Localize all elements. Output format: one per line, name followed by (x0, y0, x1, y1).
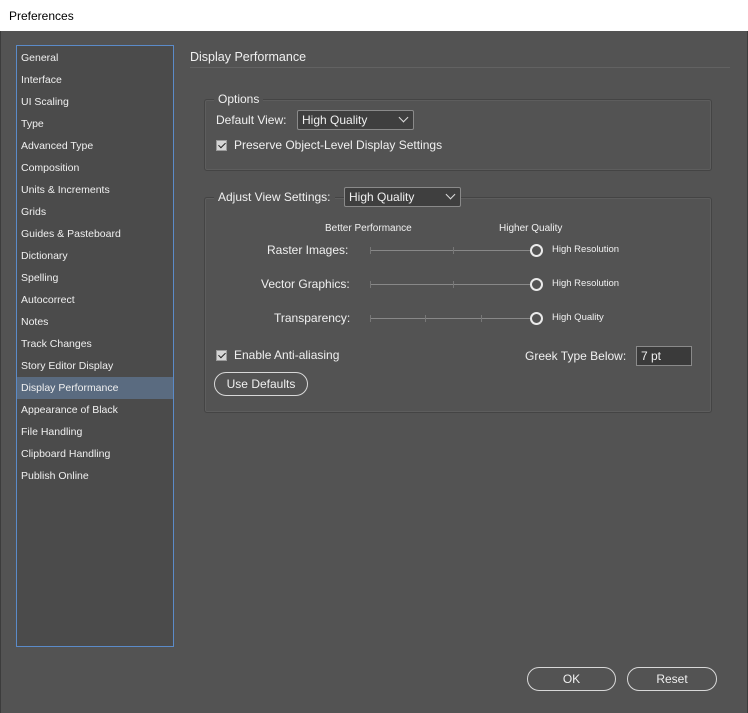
checkmark-icon (218, 140, 226, 149)
chevron-down-icon (398, 112, 409, 123)
sidebar-item-story-editor-display[interactable]: Story Editor Display (17, 355, 173, 377)
adjust-view-dropdown[interactable]: High Quality (344, 187, 461, 207)
title-divider (190, 67, 730, 68)
slider-tick (481, 315, 482, 322)
page-title: Display Performance (190, 50, 307, 64)
sidebar-list[interactable]: General Interface UI Scaling Type Advanc… (16, 45, 174, 647)
vector-graphics-slider-thumb[interactable] (530, 278, 543, 291)
sidebar-item-ui-scaling[interactable]: UI Scaling (17, 91, 173, 113)
default-view-value: High Quality (302, 113, 368, 127)
window-left-edge (0, 31, 1, 713)
preserve-settings-checkbox[interactable] (216, 140, 227, 151)
slider-tick (370, 247, 371, 254)
greek-type-label: Greek Type Below: (525, 349, 627, 363)
sidebar-item-interface[interactable]: Interface (17, 69, 173, 91)
sidebar-item-display-performance[interactable]: Display Performance (17, 377, 173, 399)
transparency-value: High Quality (552, 312, 604, 323)
use-defaults-button[interactable]: Use Defaults (214, 372, 308, 396)
greek-type-input[interactable]: 7 pt (636, 346, 692, 366)
sidebar-item-spelling[interactable]: Spelling (17, 267, 173, 289)
sidebar-item-notes[interactable]: Notes (17, 311, 173, 333)
sidebar-item-general[interactable]: General (17, 47, 173, 69)
checkmark-icon (218, 350, 226, 359)
slider-tick (453, 281, 454, 288)
anti-aliasing-label: Enable Anti-aliasing (234, 348, 340, 362)
higher-quality-label: Higher Quality (499, 223, 563, 234)
raster-images-label: Raster Images: (267, 243, 349, 257)
adjust-view-value: High Quality (349, 190, 415, 204)
sidebar-item-publish-online[interactable]: Publish Online (17, 465, 173, 487)
sidebar-item-autocorrect[interactable]: Autocorrect (17, 289, 173, 311)
transparency-label: Transparency: (274, 311, 351, 325)
sidebar-item-dictionary[interactable]: Dictionary (17, 245, 173, 267)
better-performance-label: Better Performance (325, 223, 412, 234)
vector-graphics-label: Vector Graphics: (261, 277, 350, 291)
ok-button[interactable]: OK (527, 667, 616, 691)
sidebar-item-appearance-of-black[interactable]: Appearance of Black (17, 399, 173, 421)
chevron-down-icon (445, 189, 456, 200)
sidebar-item-guides-pasteboard[interactable]: Guides & Pasteboard (17, 223, 173, 245)
sidebar-item-file-handling[interactable]: File Handling (17, 421, 173, 443)
sidebar-item-advanced-type[interactable]: Advanced Type (17, 135, 173, 157)
transparency-slider-thumb[interactable] (530, 312, 543, 325)
default-view-dropdown[interactable]: High Quality (297, 110, 414, 130)
sidebar-item-type[interactable]: Type (17, 113, 173, 135)
options-legend: Options (214, 92, 264, 106)
transparency-slider-track[interactable] (370, 318, 536, 319)
slider-tick (453, 247, 454, 254)
reset-button[interactable]: Reset (627, 667, 717, 691)
sidebar-item-composition[interactable]: Composition (17, 157, 173, 179)
raster-images-value: High Resolution (552, 244, 620, 255)
title-bar: Preferences (0, 0, 748, 31)
sidebar-item-clipboard-handling[interactable]: Clipboard Handling (17, 443, 173, 465)
sidebar-item-units-increments[interactable]: Units & Increments (17, 179, 173, 201)
slider-tick (370, 281, 371, 288)
options-group (204, 99, 712, 171)
anti-aliasing-checkbox[interactable] (216, 350, 227, 361)
slider-tick (425, 315, 426, 322)
window-title: Preferences (9, 9, 74, 23)
slider-tick (370, 315, 371, 322)
default-view-label: Default View: (216, 113, 287, 127)
preserve-settings-label: Preserve Object-Level Display Settings (234, 138, 443, 152)
adjust-view-label: Adjust View Settings: (214, 190, 335, 204)
raster-images-slider-thumb[interactable] (530, 244, 543, 257)
sidebar-item-track-changes[interactable]: Track Changes (17, 333, 173, 355)
sidebar-item-grids[interactable]: Grids (17, 201, 173, 223)
vector-graphics-value: High Resolution (552, 278, 620, 289)
